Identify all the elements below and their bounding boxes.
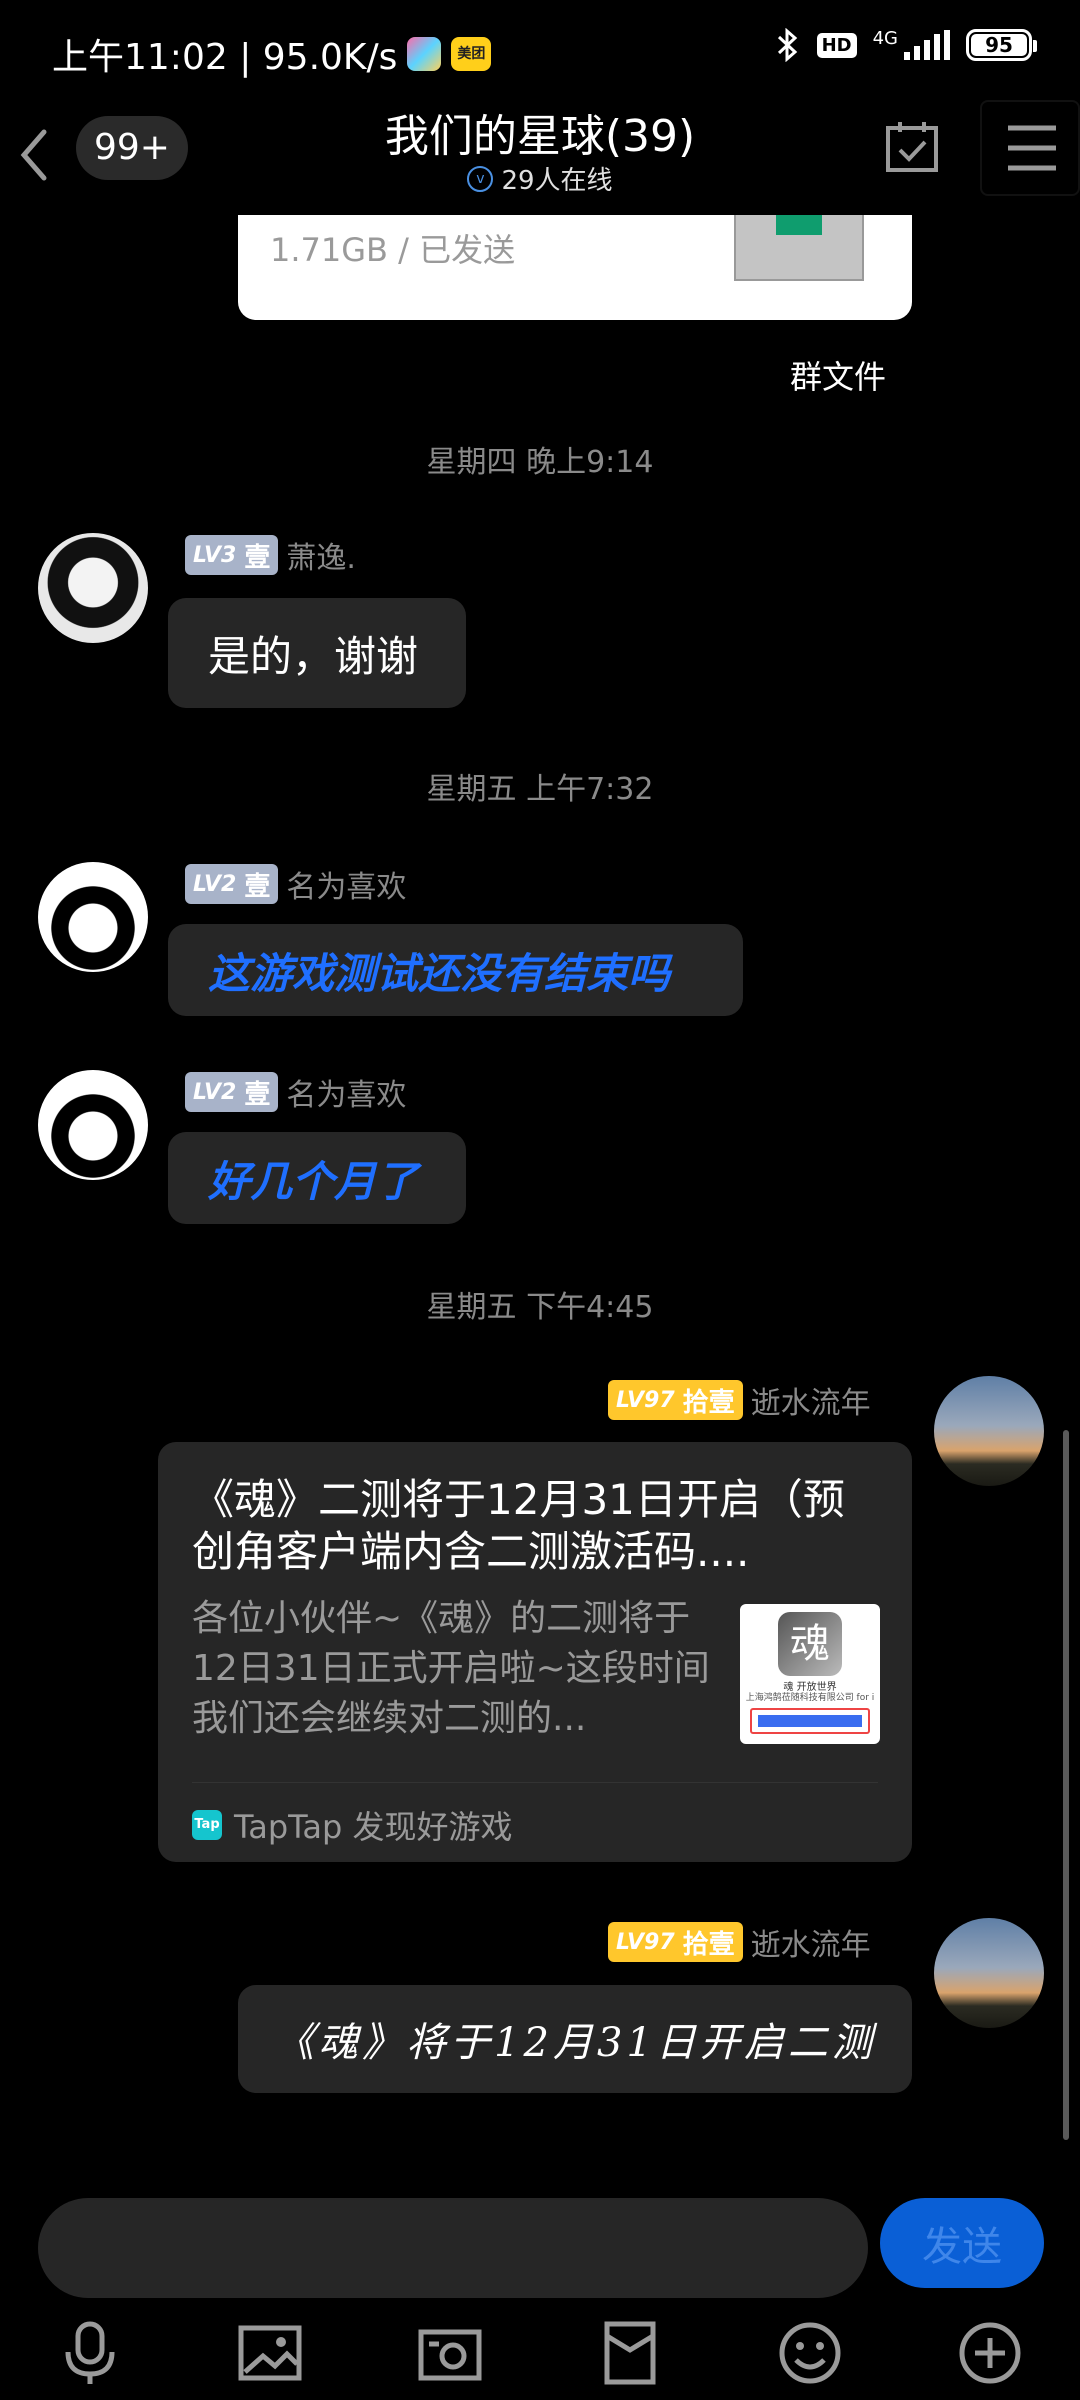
meituan-app-icon: 美团 bbox=[451, 37, 492, 71]
taptap-icon: Tap bbox=[192, 1810, 222, 1840]
message-text: 这游戏测试还没有结束吗 bbox=[208, 948, 671, 998]
bluetooth-icon bbox=[777, 28, 797, 62]
timestamp: 星期五 上午7:32 bbox=[426, 772, 654, 807]
link-source-label: TapTap 发现好游戏 bbox=[234, 1808, 513, 1846]
level-badge: LV97 拾壹 bbox=[608, 1922, 743, 1962]
level-badge: LV2 壹 bbox=[185, 1072, 279, 1112]
level-badge: LV97 拾壹 bbox=[608, 1380, 743, 1420]
timestamp: 星期四 晚上9:14 bbox=[426, 445, 654, 480]
time-speed: 上午11:02 | 95.0K/s bbox=[52, 37, 398, 78]
message-bubble[interactable]: 《魂》将于12月31日开启二测 bbox=[238, 1985, 912, 2093]
hd-badge: HD bbox=[816, 32, 857, 58]
thumb-button bbox=[750, 1708, 870, 1734]
sender-name[interactable]: 名为喜欢 bbox=[286, 1070, 406, 1114]
battery-level: 95 bbox=[971, 34, 1027, 56]
message-text: 好几个月了 bbox=[208, 1156, 419, 1206]
sender-name[interactable]: 逝水流年 bbox=[751, 1920, 871, 1964]
sender-row: LV97 拾壹 逝水流年 bbox=[608, 1378, 871, 1422]
sender-row: LV2 壹 名为喜欢 bbox=[185, 1070, 406, 1114]
avatar[interactable] bbox=[38, 533, 148, 643]
message-bubble[interactable]: 是的，谢谢 bbox=[168, 598, 466, 708]
level-badge: LV2 壹 bbox=[185, 864, 279, 904]
avatar[interactable] bbox=[934, 1918, 1044, 2028]
calendar-check-icon[interactable] bbox=[884, 118, 940, 174]
sender-row: LV97 拾壹 逝水流年 bbox=[608, 1920, 871, 1964]
file-source-label: 群文件 bbox=[790, 358, 887, 396]
message-bubble[interactable]: 这游戏测试还没有结束吗 bbox=[168, 924, 743, 1016]
camera-icon[interactable] bbox=[415, 2318, 485, 2388]
avatar[interactable] bbox=[38, 862, 148, 972]
microphone-icon[interactable] bbox=[55, 2318, 125, 2388]
link-source: Tap TapTap 发现好游戏 bbox=[192, 1802, 513, 1848]
online-text: 29人在线 bbox=[501, 166, 613, 196]
emoji-icon[interactable] bbox=[775, 2318, 845, 2388]
thumb-company: 上海鸿鹄莅随科技有限公司 for i bbox=[745, 1693, 875, 1703]
message-text: 《魂》将于12月31日开启二测 bbox=[274, 2020, 876, 2066]
scrollbar[interactable] bbox=[1063, 1430, 1069, 2140]
status-right: HD 4G 95 bbox=[775, 28, 1037, 62]
game-app-icon bbox=[407, 37, 442, 71]
plus-icon[interactable] bbox=[955, 2318, 1025, 2388]
link-title: 《魂》二测将于12月31日开启（预创角客户端内含二测激活码.... bbox=[192, 1475, 845, 1576]
message-input[interactable] bbox=[38, 2198, 868, 2298]
sender-name[interactable]: 名为喜欢 bbox=[286, 862, 406, 906]
image-icon[interactable] bbox=[235, 2318, 305, 2388]
menu-icon bbox=[1008, 125, 1056, 171]
chevron-down-icon: v bbox=[467, 165, 494, 192]
sender-name[interactable]: 逝水流年 bbox=[751, 1378, 871, 1422]
status-bar: 上午11:02 | 95.0K/s 美团 HD 4G 95 bbox=[0, 0, 1080, 100]
red-packet-icon[interactable] bbox=[595, 2318, 665, 2388]
link-thumbnail: 魂 魂 开放世界 上海鸿鹄莅随科技有限公司 for i bbox=[740, 1604, 880, 1744]
status-left: 上午11:02 | 95.0K/s 美团 bbox=[52, 28, 492, 80]
battery-icon: 95 bbox=[966, 29, 1037, 61]
chat-header: 99+ 我们的星球(39) v 29人在线 bbox=[0, 100, 1080, 215]
message-bubble[interactable]: 好几个月了 bbox=[168, 1132, 466, 1224]
avatar[interactable] bbox=[934, 1376, 1044, 1486]
level-badge: LV3 壹 bbox=[185, 535, 279, 575]
game-logo: 魂 bbox=[778, 1612, 842, 1676]
signal-icon bbox=[904, 30, 950, 60]
sender-row: LV2 壹 名为喜欢 bbox=[185, 862, 406, 906]
file-meta: 1.71GB / 已发送 bbox=[270, 231, 516, 269]
sender-row: LV3 壹 萧逸. bbox=[185, 533, 356, 577]
send-button[interactable]: 发送 bbox=[880, 2198, 1044, 2288]
message-text: 是的，谢谢 bbox=[208, 631, 419, 681]
avatar[interactable] bbox=[38, 1070, 148, 1180]
sender-name[interactable]: 萧逸. bbox=[286, 533, 356, 577]
menu-button[interactable] bbox=[980, 100, 1080, 196]
divider bbox=[192, 1782, 878, 1783]
timestamp: 星期五 下午4:45 bbox=[426, 1290, 654, 1325]
input-toolbar bbox=[0, 2300, 1080, 2400]
link-share-card[interactable]: 《魂》二测将于12月31日开启（预创角客户端内含二测激活码.... 各位小伙伴~… bbox=[158, 1442, 912, 1862]
link-description: 各位小伙伴~《魂》的二测将于12日31日正式开启啦~这段时间我们还会继续对二测的… bbox=[192, 1598, 710, 1739]
network-type: 4G bbox=[872, 28, 898, 49]
